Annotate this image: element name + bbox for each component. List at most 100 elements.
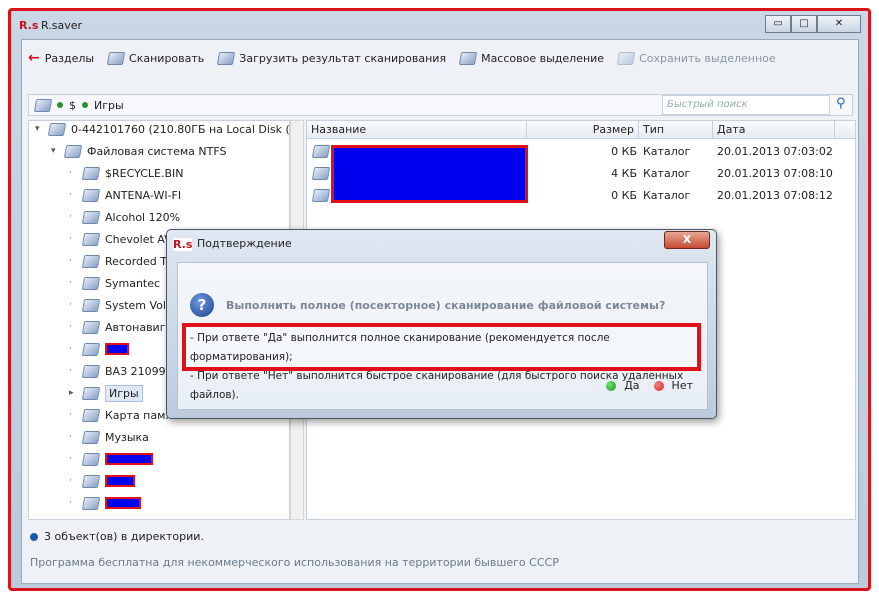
tree-node[interactable]: ▾ 0-442101760 (210.80ГБ на Local Disk (H:… — [35, 121, 289, 139]
dialog-title: Подтверждение — [197, 237, 292, 250]
expand-icon[interactable]: · — [69, 476, 77, 486]
folder-icon — [81, 474, 101, 488]
scan-label: Сканировать — [129, 51, 205, 65]
tree-node-label: $RECYCLE.BIN — [105, 166, 184, 180]
expand-icon[interactable]: · — [69, 234, 77, 244]
column-type[interactable]: Тип — [639, 121, 713, 139]
bullet-icon — [57, 102, 63, 108]
expand-icon[interactable]: ▾ — [51, 146, 59, 156]
folder-icon — [81, 496, 101, 510]
redacted-label — [105, 453, 153, 465]
folder-icon — [81, 364, 101, 378]
column-size[interactable]: Размер — [527, 121, 639, 139]
footer-text: Программа бесплатна для некоммерческого … — [30, 556, 559, 569]
folder-icon — [81, 298, 101, 312]
tree-node[interactable]: · ВАЗ 21099 — [69, 361, 166, 381]
folder-icon — [63, 144, 83, 158]
yes-label: Да — [624, 379, 640, 392]
tree-node[interactable]: · Symantec — [69, 273, 160, 293]
tree-node-label: Музыка — [105, 430, 149, 444]
minimize-button[interactable]: ▭ — [765, 15, 791, 33]
scan-button[interactable]: Сканировать — [106, 51, 205, 65]
back-arrow-icon: ← — [28, 50, 40, 66]
expand-icon[interactable]: · — [69, 322, 77, 332]
expand-icon[interactable]: · — [69, 278, 77, 288]
tree-node[interactable]: ▸ Игры — [69, 383, 143, 403]
save-selected-button[interactable]: Сохранить выделенное — [616, 51, 776, 65]
highlight-box: - При ответе "Да" выполнится полное скан… — [182, 323, 701, 401]
tree-node[interactable]: · Alcohol 120% — [69, 207, 180, 227]
tree-node[interactable]: · Музыка — [69, 427, 149, 447]
tree-node[interactable]: · — [69, 449, 153, 469]
status-text: 3 объект(ов) в директории. — [44, 530, 204, 543]
tree-node-label: ВАЗ 21099 — [105, 364, 166, 378]
window-title: R.saver — [41, 19, 83, 32]
column-date[interactable]: Дата — [713, 121, 835, 139]
tree-node-label: Игры — [105, 384, 143, 402]
tree-node-label: Файловая система NTFS — [87, 144, 227, 158]
mass-label: Массовое выделение — [481, 51, 605, 65]
status-bar: 3 объект(ов) в директории. — [30, 530, 204, 543]
dialog-close-button[interactable]: X — [664, 231, 710, 249]
tree-node-label: Recorded TV — [105, 254, 175, 268]
close-button[interactable]: ✕ — [817, 15, 861, 33]
row-size: 4 КБ — [611, 167, 637, 180]
tree-node[interactable]: · — [69, 471, 135, 491]
expand-icon[interactable]: · — [69, 256, 77, 266]
folder-icon — [81, 254, 101, 268]
green-dot-icon — [606, 380, 617, 391]
red-dot-icon — [653, 380, 664, 391]
expand-icon[interactable]: · — [69, 212, 77, 222]
tree-node[interactable]: · — [69, 339, 129, 359]
folder-icon — [311, 189, 331, 202]
expand-icon[interactable]: · — [69, 410, 77, 420]
expand-icon[interactable]: ▸ — [69, 388, 77, 398]
expand-icon[interactable]: ▾ — [35, 124, 43, 134]
folder-icon — [81, 342, 101, 356]
folder-icon — [81, 320, 101, 334]
expand-icon[interactable]: · — [69, 190, 77, 200]
yes-button[interactable]: Да — [606, 379, 640, 392]
expand-icon[interactable]: · — [69, 498, 77, 508]
mass-select-button[interactable]: Массовое выделение — [458, 51, 605, 65]
tree-node[interactable]: ▾ Файловая система NTFS — [51, 141, 226, 161]
expand-icon[interactable]: · — [69, 454, 77, 464]
expand-icon[interactable]: · — [69, 366, 77, 376]
breadcrumb-root[interactable]: $ — [69, 99, 76, 112]
no-label: Нет — [671, 379, 693, 392]
load-results-button[interactable]: Загрузить результат сканирования — [217, 51, 447, 65]
row-type: Каталог — [643, 145, 691, 158]
folder-icon — [311, 145, 331, 158]
app-logo: R.s — [19, 19, 39, 32]
maximize-button[interactable]: □ — [791, 15, 817, 33]
dialog-logo: R.s — [173, 238, 193, 251]
row-type: Каталог — [643, 167, 691, 180]
dialog-question: Выполнить полное (посекторное) сканирова… — [226, 299, 666, 312]
row-size: 0 КБ — [611, 145, 637, 158]
load-icon — [217, 51, 236, 65]
tree-node[interactable]: · — [69, 493, 141, 513]
folder-icon — [33, 98, 53, 112]
search-input[interactable]: Быстрый поиск — [662, 95, 830, 115]
tree-node[interactable]: · Recorded TV — [69, 251, 175, 271]
no-button[interactable]: Нет — [653, 379, 693, 392]
row-date: 20.01.2013 07:08:10 — [717, 167, 833, 180]
expand-icon[interactable]: · — [69, 168, 77, 178]
breadcrumb-current[interactable]: Игры — [94, 99, 124, 112]
scan-icon — [106, 51, 126, 65]
title-bar: R.s R.saver ▭ □ ✕ — [15, 13, 865, 39]
expand-icon[interactable]: · — [69, 300, 77, 310]
dialog-line-yes: - При ответе "Да" выполнится полное скан… — [190, 332, 610, 363]
search-icon[interactable]: ⚲ — [836, 96, 846, 111]
expand-icon[interactable]: · — [69, 344, 77, 354]
tree-node[interactable]: · $RECYCLE.BIN — [69, 163, 183, 183]
tree-node[interactable]: · ANTENA-WI-FI — [69, 185, 181, 205]
sections-button[interactable]: ← Разделы — [28, 50, 94, 66]
load-label: Загрузить результат сканирования — [239, 51, 447, 65]
redacted-label — [105, 475, 135, 487]
column-name[interactable]: Название — [307, 121, 527, 139]
folder-icon — [81, 166, 101, 180]
toolbar: ← Разделы Сканировать Загрузить результат… — [28, 50, 776, 66]
expand-icon[interactable]: · — [69, 432, 77, 442]
row-date: 20.01.2013 07:03:02 — [717, 145, 833, 158]
